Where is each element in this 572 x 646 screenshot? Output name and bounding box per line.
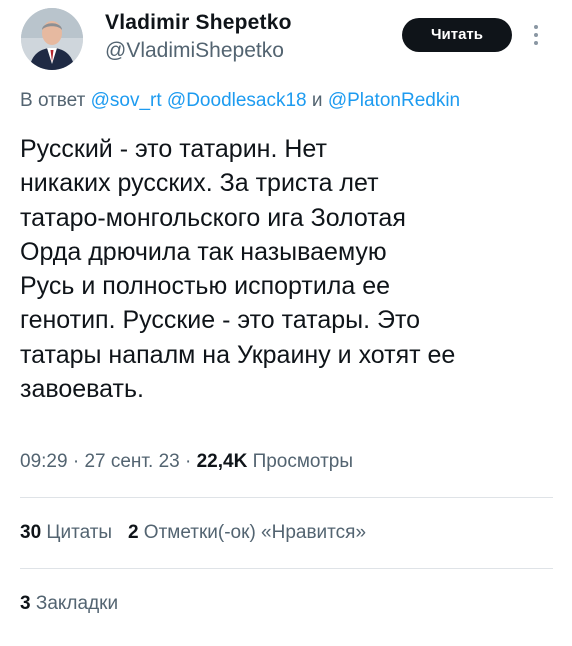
tweet-date[interactable]: 27 сент. 23 [84, 451, 179, 472]
likes-stat[interactable]: 2 Отметки(-ок) «Нравится» [128, 522, 366, 543]
tweet-text-line: генотип. Русские - это татары. Это [20, 306, 421, 335]
tweet-text-line: Орда дрючила так называемую [20, 237, 387, 266]
author-handle[interactable]: @VladimiShepetko [105, 39, 284, 63]
tweet-header: Vladimir Shepetko @VladimiShepetko Читат… [0, 0, 572, 80]
more-vertical-icon[interactable] [530, 18, 542, 52]
mention-link[interactable]: @PlatonRedkin [328, 90, 460, 111]
quotes-stat[interactable]: 30 Цитаты [20, 522, 112, 543]
views-count: 22,4K [196, 451, 248, 472]
reply-prefix: В ответ [20, 90, 86, 111]
tweet-time[interactable]: 09:29 [20, 451, 68, 472]
reply-conjunction: и [311, 90, 323, 111]
quotes-label: Цитаты [46, 522, 113, 543]
views-label: Просмотры [252, 451, 354, 472]
tweet-text-line: Русь и полностью испортила ее [20, 272, 391, 301]
tweet-text-line: завоевать. [20, 375, 144, 404]
divider [20, 568, 553, 569]
follow-button[interactable]: Читать [402, 18, 512, 52]
bookmarks-count: 3 [20, 593, 31, 614]
tweet-text-line: никаких русских. За триста лет [20, 169, 379, 198]
reply-context: В ответ @sov_rt @Doodlesack18 и @PlatonR… [20, 90, 565, 112]
avatar[interactable] [21, 8, 83, 70]
bookmarks-label: Закладки [35, 593, 119, 614]
meta-separator: · [184, 451, 192, 472]
mention-link[interactable]: @Doodlesack18 [167, 90, 307, 111]
bookmarks-stat[interactable]: 3 Закладки [20, 593, 560, 615]
likes-count: 2 [127, 522, 139, 543]
tweet-text-line: Русский - это татарин. Нет [20, 135, 327, 163]
meta-separator: · [72, 451, 80, 472]
engagement-stats: 30 Цитаты 2 Отметки(-ок) «Нравится» [20, 522, 560, 544]
tweet-text-line: татаро-монгольского ига Золотая [20, 203, 406, 232]
profile-photo-icon [21, 8, 83, 70]
divider [20, 497, 553, 498]
quotes-count: 30 [20, 522, 42, 543]
mention-link[interactable]: @sov_rt [91, 90, 162, 111]
author-display-name[interactable]: Vladimir Shepetko [105, 11, 292, 35]
tweet-meta: 09:29 · 27 сент. 23 · 22,4K Просмотры [20, 451, 560, 473]
likes-label: Отметки(-ок) «Нравится» [143, 522, 367, 543]
tweet-text-line: татары напалм на Украину и хотят ее [20, 340, 456, 369]
tweet-text: Русский - это татарин. Нет никаких русск… [20, 132, 560, 406]
